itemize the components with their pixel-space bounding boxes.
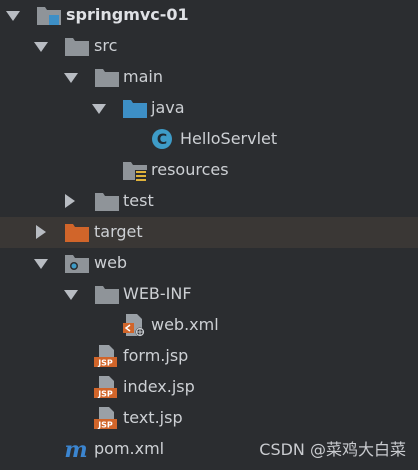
module-folder-icon [36, 3, 62, 27]
tree-label-java: java [151, 98, 185, 117]
tree-node-java[interactable]: java [0, 93, 418, 124]
tree-node-main[interactable]: main [0, 62, 418, 93]
tree-label-test: test [123, 191, 154, 210]
tree-label-text-jsp: text.jsp [123, 408, 183, 427]
tree-label-web: web [94, 253, 128, 272]
jsp-file-icon: JSP [93, 375, 119, 399]
project-tree: springmvc-01 src main java C HelloServle… [0, 0, 418, 470]
tree-label-web-xml: web.xml [151, 315, 219, 334]
tree-node-form-jsp[interactable]: JSP form.jsp [0, 341, 418, 372]
expand-arrow-icon[interactable] [34, 42, 48, 52]
expand-arrow-icon[interactable] [92, 104, 106, 114]
folder-icon [64, 34, 90, 58]
tree-label-main: main [123, 67, 163, 86]
expand-arrow-icon[interactable] [64, 73, 78, 83]
tree-node-web-xml[interactable]: web.xml [0, 310, 418, 341]
web-folder-icon [64, 251, 90, 275]
tree-label-src: src [94, 36, 118, 55]
svg-text:JSP: JSP [97, 359, 113, 368]
folder-icon [94, 65, 120, 89]
expand-arrow-icon[interactable] [34, 259, 48, 269]
watermark: CSDN @菜鸡大白菜 [259, 440, 406, 459]
jsp-file-icon: JSP [93, 344, 119, 368]
web-xml-file-icon [121, 313, 147, 337]
tree-label-form-jsp: form.jsp [123, 346, 189, 365]
tree-node-web-inf[interactable]: WEB-INF [0, 279, 418, 310]
tree-label-hello-servlet: HelloServlet [180, 129, 278, 148]
folder-icon [94, 189, 120, 213]
svg-text:JSP: JSP [97, 390, 113, 399]
tree-label-web-inf: WEB-INF [123, 284, 192, 303]
folder-icon [94, 282, 120, 306]
tree-node-target[interactable]: target [0, 217, 418, 248]
svg-text:JSP: JSP [97, 421, 113, 430]
tree-node-test[interactable]: test [0, 186, 418, 217]
tree-node-project[interactable]: springmvc-01 [0, 0, 418, 31]
tree-node-text-jsp[interactable]: JSP text.jsp [0, 403, 418, 434]
jsp-file-icon: JSP [93, 406, 119, 430]
svg-text:m: m [64, 437, 87, 461]
java-class-icon: C [150, 127, 176, 151]
tree-node-resources[interactable]: resources [0, 155, 418, 186]
tree-label-resources: resources [151, 160, 229, 179]
tree-node-web[interactable]: web [0, 248, 418, 279]
tree-node-hello-servlet[interactable]: C HelloServlet [0, 124, 418, 155]
tree-label-target: target [94, 222, 143, 241]
source-folder-icon [122, 96, 148, 120]
collapse-arrow-icon[interactable] [36, 225, 46, 239]
project-name: springmvc-01 [66, 5, 189, 24]
excluded-folder-icon [64, 220, 90, 244]
tree-label-pom-xml: pom.xml [94, 439, 165, 458]
tree-label-index-jsp: index.jsp [123, 377, 195, 396]
svg-text:C: C [157, 132, 167, 148]
expand-arrow-icon[interactable] [64, 290, 78, 300]
tree-node-index-jsp[interactable]: JSP index.jsp [0, 372, 418, 403]
tree-node-src[interactable]: src [0, 31, 418, 62]
collapse-arrow-icon[interactable] [65, 194, 75, 208]
maven-pom-icon: m [64, 437, 90, 463]
expand-arrow-icon[interactable] [6, 11, 20, 21]
resources-folder-icon [122, 158, 148, 182]
